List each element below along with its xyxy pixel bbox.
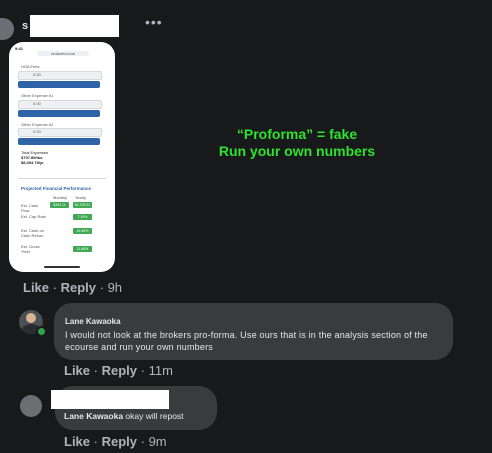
reply-timestamp[interactable]: 11m xyxy=(149,363,173,378)
online-status-dot xyxy=(36,326,47,337)
mention-link[interactable]: Lane Kawaoka xyxy=(64,411,123,421)
reply2-author-avatar[interactable] xyxy=(20,395,42,417)
phone-home-indicator xyxy=(44,266,80,268)
like-button[interactable]: Like xyxy=(23,280,49,295)
reply-button[interactable]: Reply xyxy=(102,363,137,378)
attachment-caption: “Proforma” = fake Run your own numbers xyxy=(190,126,404,160)
commenter-avatar[interactable] xyxy=(0,18,14,40)
reply-actions: Like · Reply · 11m xyxy=(64,363,173,378)
reply2-timestamp[interactable]: 9m xyxy=(149,434,167,449)
redacted-name-box xyxy=(30,15,119,37)
more-options-icon[interactable]: ••• xyxy=(145,14,163,30)
comment-timestamp[interactable]: 9h xyxy=(108,280,122,295)
reply-text: I would not look at the brokers pro-form… xyxy=(65,330,428,352)
reply2-message: okay will repost xyxy=(123,411,184,421)
reply2-actions: Like · Reply · 9m xyxy=(64,434,167,449)
commenter-name[interactable]: s xyxy=(22,20,28,32)
attachment-phone-screenshot[interactable]: 9:41 redacted.com HOA Fees 0.00 Other Ex… xyxy=(9,42,115,272)
like-button[interactable]: Like xyxy=(64,434,90,449)
redacted-name-box xyxy=(51,390,169,409)
reply-bubble: Lane Kawaoka I would not look at the bro… xyxy=(54,303,453,360)
reply-button[interactable]: Reply xyxy=(61,280,96,295)
reply-author-name[interactable]: Lane Kawaoka xyxy=(65,317,121,326)
reply2-text: Lane Kawaoka okay will repost xyxy=(64,411,184,421)
reply-button[interactable]: Reply xyxy=(102,434,137,449)
phone-url-bar: redacted.com xyxy=(37,51,89,56)
comment-actions: Like · Reply · 9h xyxy=(23,280,123,295)
caption-line-2: Run your own numbers xyxy=(218,143,376,159)
like-button[interactable]: Like xyxy=(64,363,90,378)
caption-line-1: “Proforma” = fake xyxy=(236,126,358,142)
